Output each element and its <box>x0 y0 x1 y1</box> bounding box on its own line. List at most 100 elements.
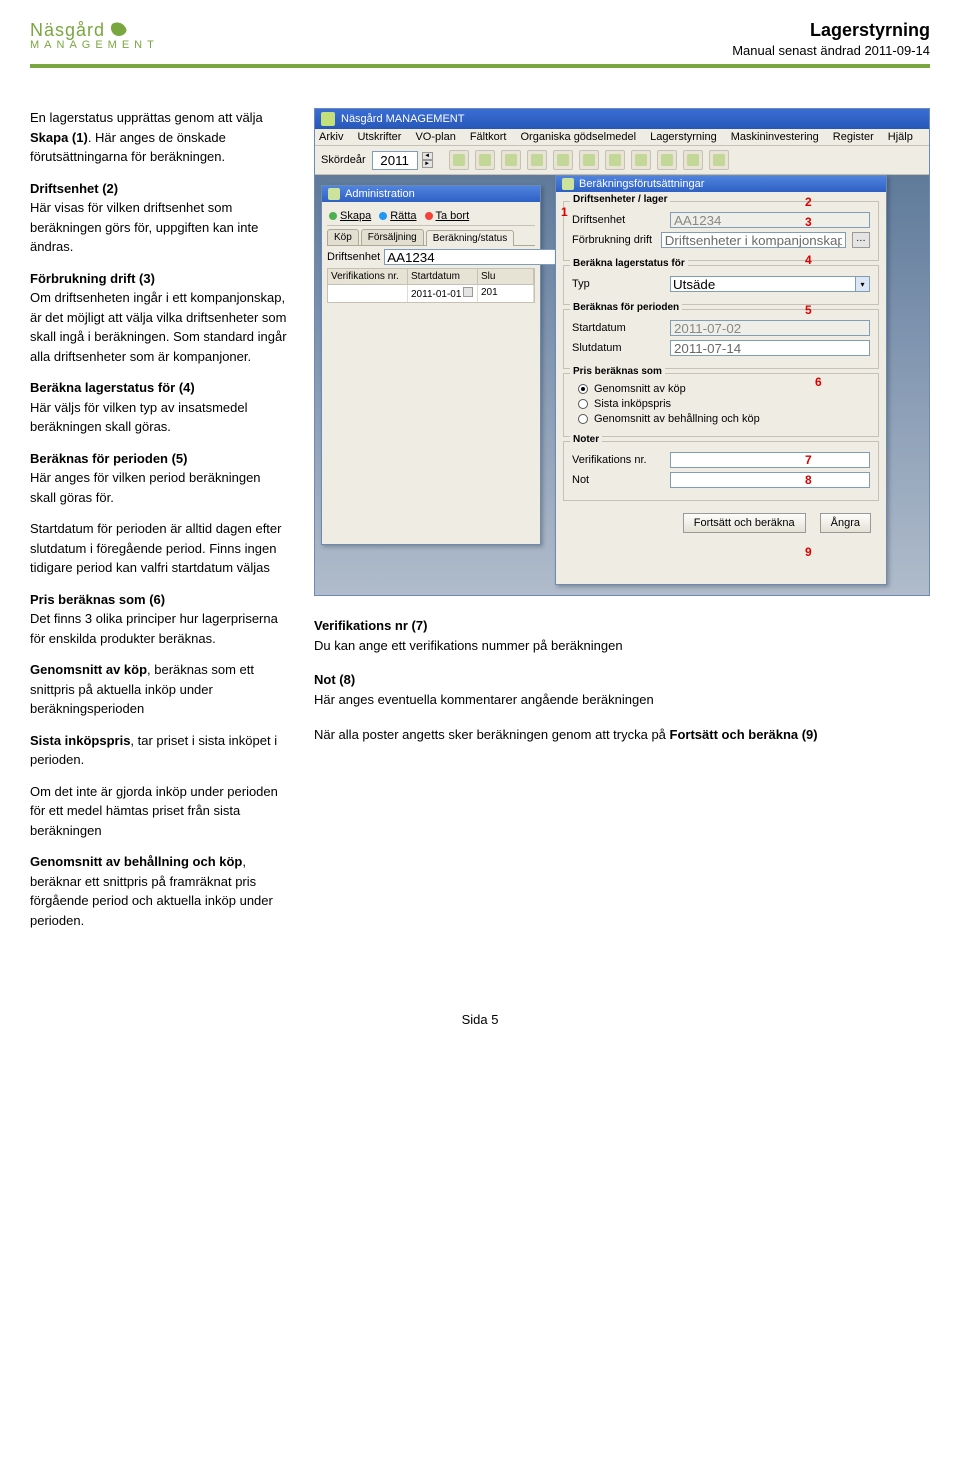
ratta-button[interactable]: Rätta <box>379 210 416 222</box>
toolbar: Skördeår ◄► <box>315 146 929 175</box>
slut-value[interactable] <box>670 340 870 356</box>
settings-forb-label: Förbrukning drift <box>572 234 655 246</box>
admin-drift-label: Driftsenhet <box>327 251 380 263</box>
chevron-down-icon[interactable]: ▾ <box>856 276 870 292</box>
typ-combo[interactable]: ▾ <box>670 276 870 292</box>
app-screenshot: Näsgård MANAGEMENT Arkiv Utskrifter VO-p… <box>314 108 930 596</box>
tab-forsaljning[interactable]: Försäljning <box>361 229 424 245</box>
logo-text-top: Näsgård <box>30 20 105 41</box>
admin-drift-combo[interactable]: ▾ <box>384 249 581 265</box>
not-label: Not <box>572 474 664 486</box>
edit-icon <box>379 212 387 220</box>
page-footer: Sida 5 <box>30 1012 930 1027</box>
heading-7: Verifikations nr (7) <box>314 618 427 633</box>
settings-window: Beräkningsförutsättningar Driftsenheter … <box>555 175 887 585</box>
logo-text-bottom: MANAGEMENT <box>30 39 159 51</box>
radio-genomsnitt-kop[interactable]: Genomsnitt av köp <box>578 383 870 395</box>
admin-drift-input[interactable] <box>384 249 567 265</box>
radio-genomsnitt-behallning[interactable]: Genomsnitt av behållning och köp <box>578 413 870 425</box>
admin-window: Administration Skapa Rätta Ta bort Köp F… <box>321 185 541 545</box>
doc-title: Lagerstyrning <box>732 20 930 41</box>
radio-icon <box>578 399 588 409</box>
group-noter: Noter Verifikations nr. Not <box>563 441 879 501</box>
toolbar-icon-1[interactable] <box>449 150 469 170</box>
start-value <box>670 320 870 336</box>
ver-label: Verifikations nr. <box>572 454 664 466</box>
left-column: En lagerstatus upprättas genom att välja… <box>30 108 290 942</box>
toolbar-icon-7[interactable] <box>605 150 625 170</box>
toolbar-icon-3[interactable] <box>501 150 521 170</box>
ellipsis-button[interactable]: … <box>852 232 870 248</box>
heading-6: Pris beräknas som (6) <box>30 592 165 607</box>
settings-titlebar: Beräkningsförutsättningar <box>556 176 886 192</box>
heading-4: Beräkna lagerstatus för (4) <box>30 380 195 395</box>
tabort-button[interactable]: Ta bort <box>425 210 470 222</box>
menu-hjalp[interactable]: Hjälp <box>888 131 913 143</box>
settings-drift-value <box>670 212 870 228</box>
angra-button[interactable]: Ångra <box>820 513 871 533</box>
radio-icon <box>578 384 588 394</box>
menu-maskin[interactable]: Maskininvestering <box>731 131 819 143</box>
menu-arkiv[interactable]: Arkiv <box>319 131 343 143</box>
toolbar-icon-11[interactable] <box>709 150 729 170</box>
group-driftsenheter: Driftsenheter / lager Driftsenhet Förbru… <box>563 201 879 261</box>
page-header: Näsgård MANAGEMENT Lagerstyrning Manual … <box>30 20 930 68</box>
admin-grid-row[interactable]: 2011-01-01 201 <box>327 285 535 303</box>
slut-label: Slutdatum <box>572 342 664 354</box>
year-input[interactable] <box>372 151 418 170</box>
year-label: Skördeår <box>321 154 366 166</box>
app-titlebar: Näsgård MANAGEMENT <box>315 109 929 129</box>
menu-faltkort[interactable]: Fältkort <box>470 131 507 143</box>
plus-icon <box>329 212 337 220</box>
admin-window-icon <box>328 188 340 200</box>
menu-organiska[interactable]: Organiska gödselmedel <box>521 131 637 143</box>
toolbar-icon-4[interactable] <box>527 150 547 170</box>
admin-tabs: Köp Försäljning Beräkning/status <box>327 229 535 246</box>
right-column: Näsgård MANAGEMENT Arkiv Utskrifter VO-p… <box>314 108 930 942</box>
toolbar-icon-10[interactable] <box>683 150 703 170</box>
radio-sista-inkopspris[interactable]: Sista inköpspris <box>578 398 870 410</box>
fortsatt-button[interactable]: Fortsätt och beräkna <box>683 513 806 533</box>
tab-berakning[interactable]: Beräkning/status <box>426 230 515 246</box>
menu-lagerstyrning[interactable]: Lagerstyrning <box>650 131 717 143</box>
heading-2: Driftsenhet (2) <box>30 181 118 196</box>
leaf-icon <box>109 18 130 39</box>
group-lagerstatus: Beräkna lagerstatus för Typ ▾ <box>563 265 879 305</box>
admin-title: Administration <box>345 188 415 200</box>
toolbar-icon-2[interactable] <box>475 150 495 170</box>
app-title: Näsgård MANAGEMENT <box>341 113 464 125</box>
toolbar-icon-8[interactable] <box>631 150 651 170</box>
group-pris: Pris beräknas som Genomsnitt av köp Sist… <box>563 373 879 437</box>
skapa-button[interactable]: Skapa <box>329 210 371 222</box>
typ-label: Typ <box>572 278 664 290</box>
admin-grid-header: Verifikations nr. Startdatum Slu <box>327 268 535 285</box>
not-input[interactable] <box>670 472 870 488</box>
calendar-icon[interactable] <box>463 287 473 297</box>
tab-kop[interactable]: Köp <box>327 229 359 245</box>
year-spinner[interactable]: ◄► <box>422 152 433 168</box>
admin-titlebar: Administration <box>322 186 540 202</box>
logo: Näsgård MANAGEMENT <box>30 20 159 51</box>
menubar[interactable]: Arkiv Utskrifter VO-plan Fältkort Organi… <box>315 129 929 146</box>
toolbar-icon-6[interactable] <box>579 150 599 170</box>
workspace: 1 2 3 4 5 6 7 8 9 Administration <box>315 175 929 595</box>
delete-icon <box>425 212 433 220</box>
settings-title: Beräkningsförutsättningar <box>579 178 704 190</box>
doc-subtitle: Manual senast ändrad 2011-09-14 <box>732 43 930 58</box>
group-period: Beräknas för perioden Startdatum Slutdat… <box>563 309 879 369</box>
menu-utskrifter[interactable]: Utskrifter <box>357 131 401 143</box>
menu-register[interactable]: Register <box>833 131 874 143</box>
settings-forb-value[interactable] <box>661 232 846 248</box>
ver-input[interactable] <box>670 452 870 468</box>
typ-input[interactable] <box>670 276 856 292</box>
app-icon <box>321 112 335 126</box>
toolbar-icon-5[interactable] <box>553 150 573 170</box>
toolbar-icon-9[interactable] <box>657 150 677 170</box>
right-text-block: Verifikations nr (7) Du kan ange ett ver… <box>314 616 930 745</box>
settings-drift-label: Driftsenhet <box>572 214 664 226</box>
heading-3: Förbrukning drift (3) <box>30 271 155 286</box>
heading-5: Beräknas för perioden (5) <box>30 451 188 466</box>
radio-icon <box>578 414 588 424</box>
menu-voplan[interactable]: VO-plan <box>415 131 455 143</box>
settings-window-icon <box>562 178 574 190</box>
